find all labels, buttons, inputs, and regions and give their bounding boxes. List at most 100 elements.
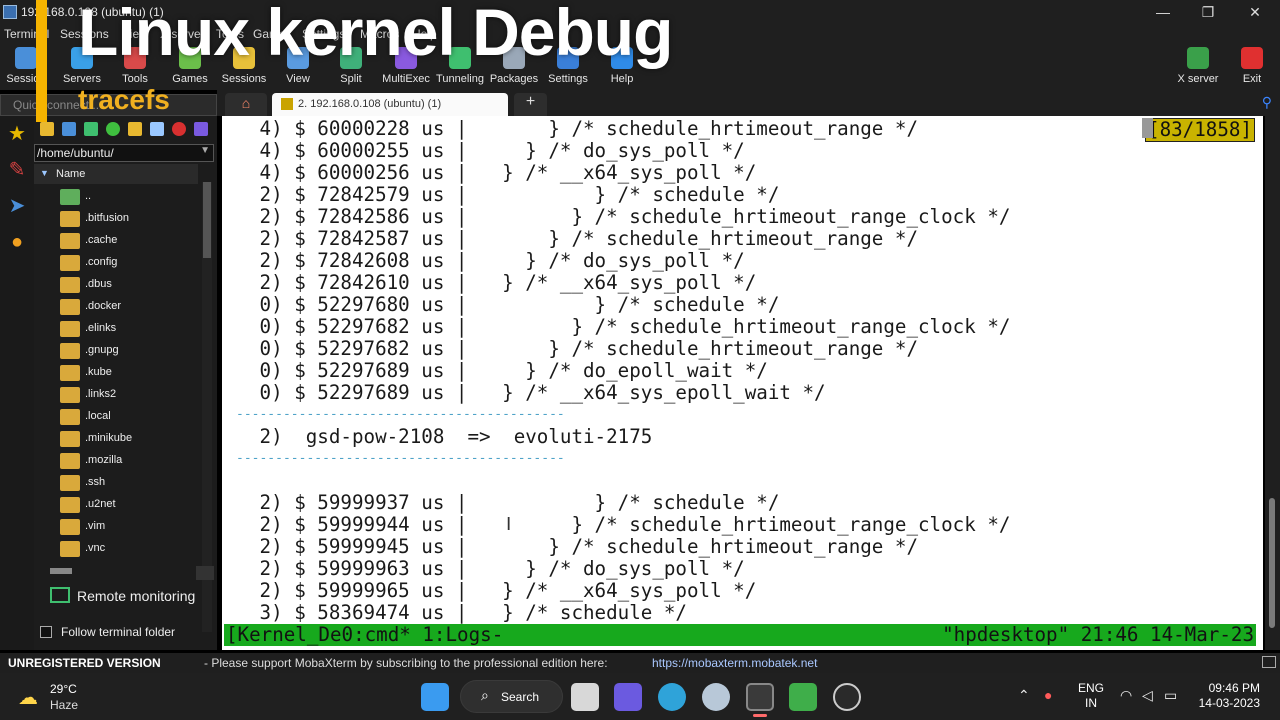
separator-line: ----------------------------------------… xyxy=(236,451,565,466)
name-column-header[interactable]: ▼ Name xyxy=(34,164,198,184)
folder-icon xyxy=(60,409,80,425)
send-icon[interactable]: ➤ xyxy=(5,194,29,218)
monitor-icon xyxy=(50,587,70,603)
remote-monitoring-button[interactable]: Remote monitoring xyxy=(48,584,208,606)
scroll-corner xyxy=(196,566,214,580)
file-list-scrollbar[interactable] xyxy=(202,182,212,632)
terminal-line: 3) $ 58369474 us | } /* schedule */ xyxy=(248,601,687,624)
window-mode-icon[interactable] xyxy=(1262,656,1276,668)
follow-terminal-folder-checkbox[interactable]: Follow terminal folder xyxy=(40,623,215,643)
list-item[interactable]: .u2net xyxy=(34,494,198,516)
terminal-line: 0) $ 52297682 us | } /* schedule_hrtimeo… xyxy=(248,337,919,360)
tmux-status-left: [Kernel_De0:cmd* 1:Logs- xyxy=(226,623,504,646)
hscrollbar-thumb[interactable] xyxy=(50,568,72,574)
sidebar-strip: ★ ✎ ➤ ● xyxy=(0,116,34,650)
path-field[interactable]: /home/ubuntu/ ▼ xyxy=(34,144,214,162)
checkbox[interactable] xyxy=(40,626,52,638)
list-item[interactable]: .. xyxy=(34,186,198,208)
chevron-up-icon[interactable]: ⌃ xyxy=(1018,687,1030,704)
terminal-line: 0) $ 52297689 us | } /* __x64_sys_epoll_… xyxy=(248,381,826,404)
task-view-icon[interactable] xyxy=(571,683,599,711)
tools-side-icon[interactable]: ✎ xyxy=(5,158,29,182)
list-item[interactable]: .bitfusion xyxy=(34,208,198,230)
list-item[interactable]: .vim xyxy=(34,516,198,538)
microphone-icon[interactable]: ● xyxy=(1044,687,1052,703)
new-tab-button[interactable]: + xyxy=(514,93,547,116)
terminal-line: 2) $ 59999937 us | } /* schedule */ xyxy=(248,491,780,514)
list-item[interactable]: .links2 xyxy=(34,384,198,406)
tab-session[interactable]: 2. 192.168.0.108 (ubuntu) (1) xyxy=(272,93,508,116)
list-item[interactable]: .mozilla xyxy=(34,450,198,472)
obs-icon[interactable] xyxy=(833,683,861,711)
start-icon[interactable] xyxy=(421,683,449,711)
folder-icon xyxy=(60,497,80,513)
tab-home[interactable]: ⌂ xyxy=(225,93,267,116)
star-icon[interactable]: ★ xyxy=(5,122,29,146)
list-item[interactable]: .minikube xyxy=(34,428,198,450)
folder-icon xyxy=(60,211,80,227)
download-icon[interactable] xyxy=(62,122,76,136)
folder-icon xyxy=(60,453,80,469)
mobaxterm-icon[interactable] xyxy=(746,683,774,711)
overlay-subtitle: tracefs xyxy=(78,84,170,115)
edge-icon[interactable] xyxy=(658,683,686,711)
folder-icon xyxy=(60,387,80,403)
folder-icon xyxy=(60,255,80,271)
session-icon xyxy=(15,47,37,69)
clock[interactable]: 09:46 PM 14-03-2023 xyxy=(1170,681,1260,711)
list-item[interactable]: .docker xyxy=(34,296,198,318)
up-folder-icon[interactable] xyxy=(40,122,54,136)
minimize-button[interactable]: — xyxy=(1148,2,1178,22)
chevron-down-icon[interactable]: ▼ xyxy=(200,145,210,156)
folder-icon xyxy=(60,541,80,557)
home-icon: ⌂ xyxy=(241,95,251,111)
scrollbar-thumb[interactable] xyxy=(1269,498,1275,628)
search-icon: ⌕ xyxy=(481,687,489,703)
list-item[interactable]: .vnc xyxy=(34,538,198,560)
terminal-line: 0) $ 52297689 us | } /* do_epoll_wait */ xyxy=(248,359,768,382)
list-item[interactable]: .ssh xyxy=(34,472,198,494)
app-icon-globe[interactable] xyxy=(702,683,730,711)
language-indicator[interactable]: ENG IN xyxy=(1078,681,1104,711)
upload-icon[interactable] xyxy=(84,122,98,136)
rename-icon[interactable] xyxy=(194,122,208,136)
attach-icon[interactable]: ⚲ xyxy=(1262,94,1272,111)
mobaxterm-link[interactable]: https://mobaxterm.mobatek.net xyxy=(652,656,817,670)
toolbar-session-button[interactable]: Session xyxy=(0,44,56,90)
terminal-line: 0) $ 52297680 us | } /* schedule */ xyxy=(248,293,780,316)
list-item[interactable]: .elinks xyxy=(34,318,198,340)
sftp-icon[interactable]: ● xyxy=(5,230,29,254)
terminal-line: 2) $ 72842610 us | } /* __x64_sys_poll *… xyxy=(248,271,757,294)
close-button[interactable]: ✕ xyxy=(1240,2,1270,22)
delete-icon[interactable] xyxy=(172,122,186,136)
taskbar-search[interactable]: ⌕ Search xyxy=(460,680,563,713)
terminal-line: 2) $ 59999963 us | } /* do_sys_poll */ xyxy=(248,557,745,580)
wifi-icon[interactable]: ◠ xyxy=(1120,687,1132,704)
folder-icon xyxy=(60,277,80,293)
toolbar-xserver-button[interactable]: X server xyxy=(1168,44,1228,90)
volume-icon[interactable]: ◁ xyxy=(1142,687,1153,704)
file-list-hscrollbar[interactable] xyxy=(50,566,214,580)
teams-icon[interactable] xyxy=(614,683,642,711)
notepad-icon[interactable] xyxy=(789,683,817,711)
line-counter: [83/1858] xyxy=(1145,118,1255,142)
list-item[interactable]: .local xyxy=(34,406,198,428)
terminal-line: 4) $ 60000228 us | } /* schedule_hrtimeo… xyxy=(248,117,919,140)
tmux-status-right: "hpdesktop" 21:46 14-Mar-23 xyxy=(942,623,1254,646)
list-item[interactable]: .cache xyxy=(34,230,198,252)
terminal-scrollbar[interactable] xyxy=(1265,116,1280,650)
list-item[interactable]: .kube xyxy=(34,362,198,384)
list-item[interactable]: .dbus xyxy=(34,274,198,296)
refresh-icon[interactable] xyxy=(106,122,120,136)
toolbar-exit-button[interactable]: Exit xyxy=(1222,44,1280,90)
scrollbar-thumb[interactable] xyxy=(203,182,211,258)
terminal-view[interactable]: [83/1858] 4) $ 60000228 us | } /* schedu… xyxy=(222,116,1263,650)
terminal-line: 2) $ 72842587 us | } /* schedule_hrtimeo… xyxy=(248,227,919,250)
maximize-button[interactable]: ❐ xyxy=(1193,2,1223,22)
unregistered-label: UNREGISTERED VERSION xyxy=(8,656,161,670)
new-folder-icon[interactable] xyxy=(128,122,142,136)
list-item[interactable]: .gnupg xyxy=(34,340,198,362)
list-item[interactable]: .config xyxy=(34,252,198,274)
new-file-icon[interactable] xyxy=(150,122,164,136)
terminal-tab-icon xyxy=(281,98,293,110)
